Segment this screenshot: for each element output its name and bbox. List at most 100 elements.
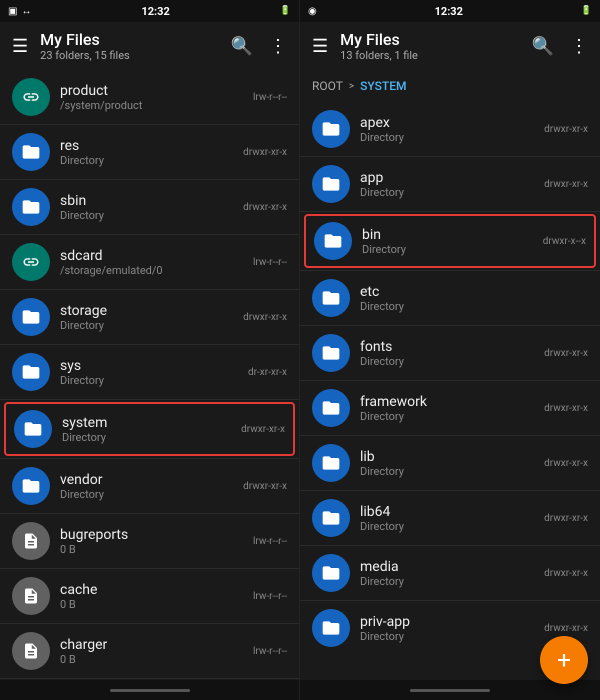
file-name: charger xyxy=(60,637,243,653)
file-type: Directory xyxy=(360,575,534,588)
file-name: product xyxy=(60,83,243,99)
file-type: Directory xyxy=(360,630,534,643)
file-type: Directory xyxy=(60,488,233,501)
file-info: product /system/product xyxy=(60,83,243,112)
file-perm: drwxr-xr-x xyxy=(243,312,287,323)
list-item[interactable]: system Directory drwxr-xr-x xyxy=(4,402,295,456)
file-icon xyxy=(312,554,350,592)
list-item[interactable]: etc Directory xyxy=(300,271,600,325)
right-right-status: 🔋 xyxy=(581,6,592,16)
file-info: media Directory xyxy=(360,559,534,588)
list-item[interactable]: product /system/product lrw-r--r-- xyxy=(0,70,299,124)
list-item[interactable]: framework Directory drwxr-xr-x xyxy=(300,381,600,435)
file-icon xyxy=(14,410,52,448)
file-perm: drwxr-xr-x xyxy=(544,623,588,634)
list-item[interactable]: default_prop 0 B xyxy=(0,679,299,680)
left-file-list: product /system/product lrw-r--r-- res D… xyxy=(0,70,299,680)
file-perm: drwxr-xr-x xyxy=(544,348,588,359)
fab-button[interactable]: + xyxy=(540,636,588,684)
file-type: 0 B xyxy=(60,543,243,556)
file-name: fonts xyxy=(360,339,534,355)
list-item[interactable]: res Directory drwxr-xr-x xyxy=(0,125,299,179)
left-menu-icon[interactable]: ☰ xyxy=(12,36,28,57)
left-more-icon[interactable]: ⋮ xyxy=(269,36,287,57)
file-perm: dr-xr-xr-x xyxy=(248,367,287,378)
file-perm: drwxr-x--x xyxy=(543,236,586,247)
list-item[interactable]: app Directory drwxr-xr-x xyxy=(300,157,600,211)
file-name: bin xyxy=(362,227,533,243)
status-icon-1: ▣ xyxy=(8,6,17,17)
file-icon xyxy=(12,78,50,116)
file-info: lib64 Directory xyxy=(360,504,534,533)
list-item[interactable]: sdcard /storage/emulated/0 lrw-r--r-- xyxy=(0,235,299,289)
file-type: Directory xyxy=(60,154,233,167)
list-item[interactable]: charger 0 B lrw-r--r-- xyxy=(0,624,299,678)
right-app-subtitle: 13 folders, 1 file xyxy=(340,49,519,62)
file-type: 0 B xyxy=(60,598,243,611)
left-panel: ▣ ↔ 12:32 🔋 ☰ My Files 23 folders, 15 fi… xyxy=(0,0,300,700)
left-header-icons: 🔍 ⋮ xyxy=(231,36,287,57)
list-item[interactable]: bugreports 0 B lrw-r--r-- xyxy=(0,514,299,568)
file-icon xyxy=(314,222,352,260)
file-info: charger 0 B xyxy=(60,637,243,666)
list-item[interactable]: vendor Directory drwxr-xr-x xyxy=(0,459,299,513)
right-file-list: apex Directory drwxr-xr-x app Directory … xyxy=(300,102,600,680)
file-type: Directory xyxy=(360,520,534,533)
list-item[interactable]: sbin Directory drwxr-xr-x xyxy=(0,180,299,234)
file-type: /system/product xyxy=(60,99,243,112)
right-title-area: My Files 13 folders, 1 file xyxy=(340,30,519,62)
list-item[interactable]: bin Directory drwxr-x--x xyxy=(304,214,596,268)
file-type: 0 B xyxy=(60,653,243,666)
list-item[interactable]: media Directory drwxr-xr-x xyxy=(300,546,600,600)
file-name: etc xyxy=(360,284,578,300)
left-search-icon[interactable]: 🔍 xyxy=(231,36,253,57)
breadcrumb-chevron: > xyxy=(349,81,354,92)
right-more-icon[interactable]: ⋮ xyxy=(570,36,588,57)
left-app-subtitle: 23 folders, 15 files xyxy=(40,49,218,62)
list-item[interactable]: sys Directory dr-xr-xr-x xyxy=(0,345,299,399)
file-icon xyxy=(312,499,350,537)
right-header-icons: 🔍 ⋮ xyxy=(532,36,588,57)
file-info: system Directory xyxy=(62,415,231,444)
file-icon xyxy=(12,243,50,281)
left-status-icons: ▣ ↔ xyxy=(8,6,31,17)
file-perm: drwxr-xr-x xyxy=(544,403,588,414)
right-app-header: ☰ My Files 13 folders, 1 file 🔍 ⋮ xyxy=(300,22,600,70)
file-name: lib64 xyxy=(360,504,534,520)
right-signal-icon: ◉ xyxy=(308,6,317,17)
file-perm: lrw-r--r-- xyxy=(253,536,287,547)
file-type: Directory xyxy=(362,243,533,256)
right-search-icon[interactable]: 🔍 xyxy=(532,36,554,57)
file-icon xyxy=(12,133,50,171)
file-info: vendor Directory xyxy=(60,472,233,501)
file-icon xyxy=(312,609,350,647)
right-menu-icon[interactable]: ☰ xyxy=(312,36,328,57)
file-icon xyxy=(12,577,50,615)
file-name: framework xyxy=(360,394,534,410)
file-name: lib xyxy=(360,449,534,465)
file-info: apex Directory xyxy=(360,115,534,144)
file-perm: drwxr-xr-x xyxy=(544,458,588,469)
file-icon xyxy=(312,334,350,372)
file-perm: drwxr-xr-x xyxy=(241,424,285,435)
file-name: storage xyxy=(60,303,233,319)
list-item[interactable]: fonts Directory drwxr-xr-x xyxy=(300,326,600,380)
breadcrumb-root[interactable]: ROOT xyxy=(312,79,343,93)
file-icon xyxy=(312,110,350,148)
file-info: priv-app Directory xyxy=(360,614,534,643)
list-item[interactable]: lib64 Directory drwxr-xr-x xyxy=(300,491,600,545)
file-name: bugreports xyxy=(60,527,243,543)
file-perm: drwxr-xr-x xyxy=(243,481,287,492)
file-info: lib Directory xyxy=(360,449,534,478)
list-item[interactable]: cache 0 B lrw-r--r-- xyxy=(0,569,299,623)
left-nav-bar xyxy=(0,680,299,700)
breadcrumb-current[interactable]: SYSTEM xyxy=(360,79,406,93)
list-item[interactable]: storage Directory drwxr-xr-x xyxy=(0,290,299,344)
left-time: 12:32 xyxy=(141,5,169,18)
file-icon xyxy=(12,353,50,391)
list-item[interactable]: apex Directory drwxr-xr-x xyxy=(300,102,600,156)
file-info: app Directory xyxy=(360,170,534,199)
list-item[interactable]: lib Directory drwxr-xr-x xyxy=(300,436,600,490)
file-info: framework Directory xyxy=(360,394,534,423)
right-battery-icon: 🔋 xyxy=(581,6,592,16)
